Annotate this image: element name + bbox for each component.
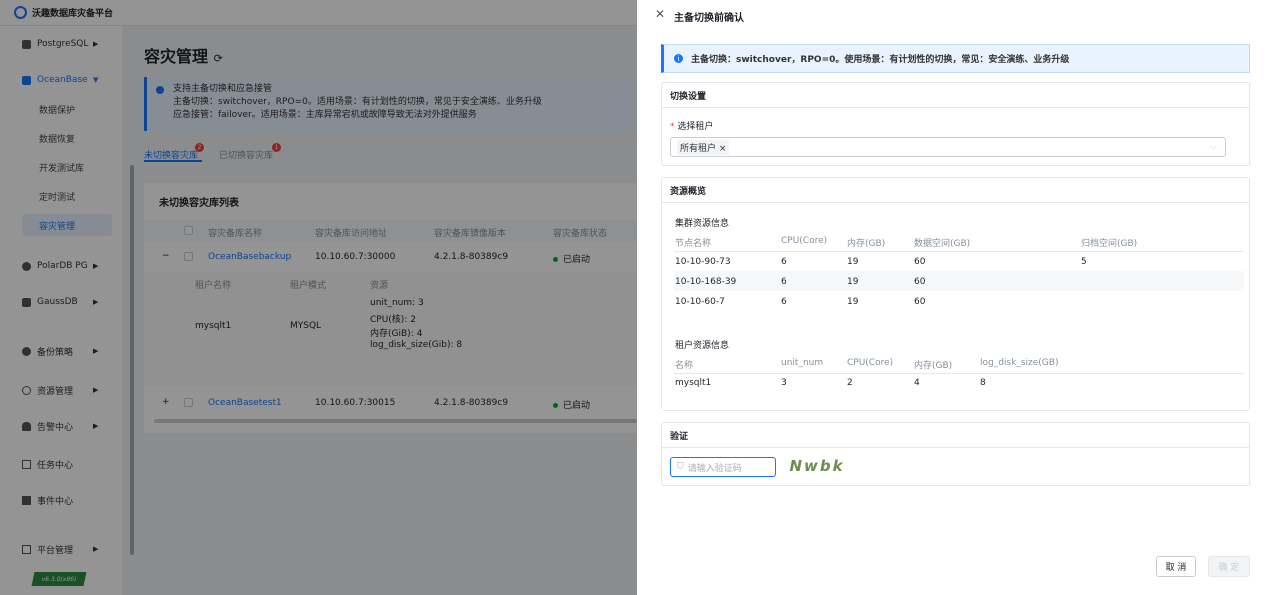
captcha-input[interactable]: ⛉ 请输入验证码: [670, 457, 776, 477]
modal-mask[interactable]: [0, 0, 637, 595]
tenant-resource-title: 租户资源信息: [675, 341, 730, 351]
section-title: 资源概览: [662, 178, 1249, 203]
column-header: log_disk_size(GB): [980, 358, 1059, 368]
cell: 60: [914, 277, 926, 287]
tenant-tag[interactable]: 所有租户 ×: [677, 139, 730, 155]
cluster-title: 集群资源信息: [675, 219, 730, 229]
chevron-down-icon: ⌵: [1210, 142, 1217, 152]
cell: 19: [847, 277, 859, 287]
tenant-label: * 选择租户: [670, 122, 714, 132]
cell: 6: [781, 277, 787, 287]
cell: 19: [847, 257, 859, 267]
column-header: unit_num: [781, 358, 824, 368]
column-header: 数据空间(GB): [914, 239, 971, 249]
column-header: 归档空间(GB): [1081, 239, 1138, 249]
shield-icon: ⛉: [677, 462, 684, 472]
cell: 5: [1081, 257, 1087, 267]
column-header: CPU(Core): [847, 358, 894, 368]
confirm-button[interactable]: 确 定: [1208, 556, 1250, 577]
section-title: 切换设置: [662, 83, 1249, 108]
cell: 3: [781, 378, 787, 388]
column-header: CPU(Core): [781, 236, 828, 246]
column-header: 内存(GB): [847, 239, 886, 249]
cancel-button[interactable]: 取 消: [1156, 556, 1196, 577]
verify-section: 验证 ⛉ 请输入验证码 Nwbk: [661, 422, 1250, 486]
cell: 2: [847, 378, 853, 388]
captcha-image[interactable]: Nwbk: [784, 453, 850, 479]
switch-confirm-drawer: ✕ 主备切换前确认 i 主备切换：switchover，RPO=0。使用场景：有…: [637, 0, 1266, 595]
cell: 4: [914, 378, 920, 388]
info-icon: i: [674, 54, 683, 63]
section-title: 验证: [662, 423, 1249, 448]
drawer-title: 主备切换前确认: [674, 13, 744, 24]
cell: 60: [914, 297, 926, 307]
cell: 6: [781, 297, 787, 307]
row-highlight: [674, 271, 1244, 291]
cell: 10-10-90-73: [675, 257, 731, 267]
tenant-select[interactable]: 所有租户 × ⌵: [670, 137, 1226, 157]
column-header: 节点名称: [675, 239, 712, 249]
cell: 8: [980, 378, 986, 388]
cell: 10-10-60-7: [675, 297, 725, 307]
cell: 60: [914, 257, 926, 267]
resource-overview-section: 资源概览 集群资源信息 节点名称 CPU(Core) 内存(GB) 数据空间(G…: [661, 177, 1250, 411]
info-banner: i 主备切换：switchover，RPO=0。使用场景：有计划性的切换，常见：…: [661, 44, 1250, 73]
cell: 19: [847, 297, 859, 307]
cell: 10-10-168-39: [675, 277, 737, 287]
cell: 6: [781, 257, 787, 267]
cell: mysqlt1: [675, 378, 712, 388]
switch-settings-section: 切换设置 * 选择租户 所有租户 × ⌵: [661, 82, 1250, 166]
close-icon[interactable]: ✕: [655, 7, 665, 21]
info-text: 主备切换：switchover，RPO=0。使用场景：有计划性的切换，常见：安全…: [691, 55, 1070, 65]
column-header: 内存(GB): [914, 361, 953, 371]
column-header: 名称: [675, 361, 694, 371]
